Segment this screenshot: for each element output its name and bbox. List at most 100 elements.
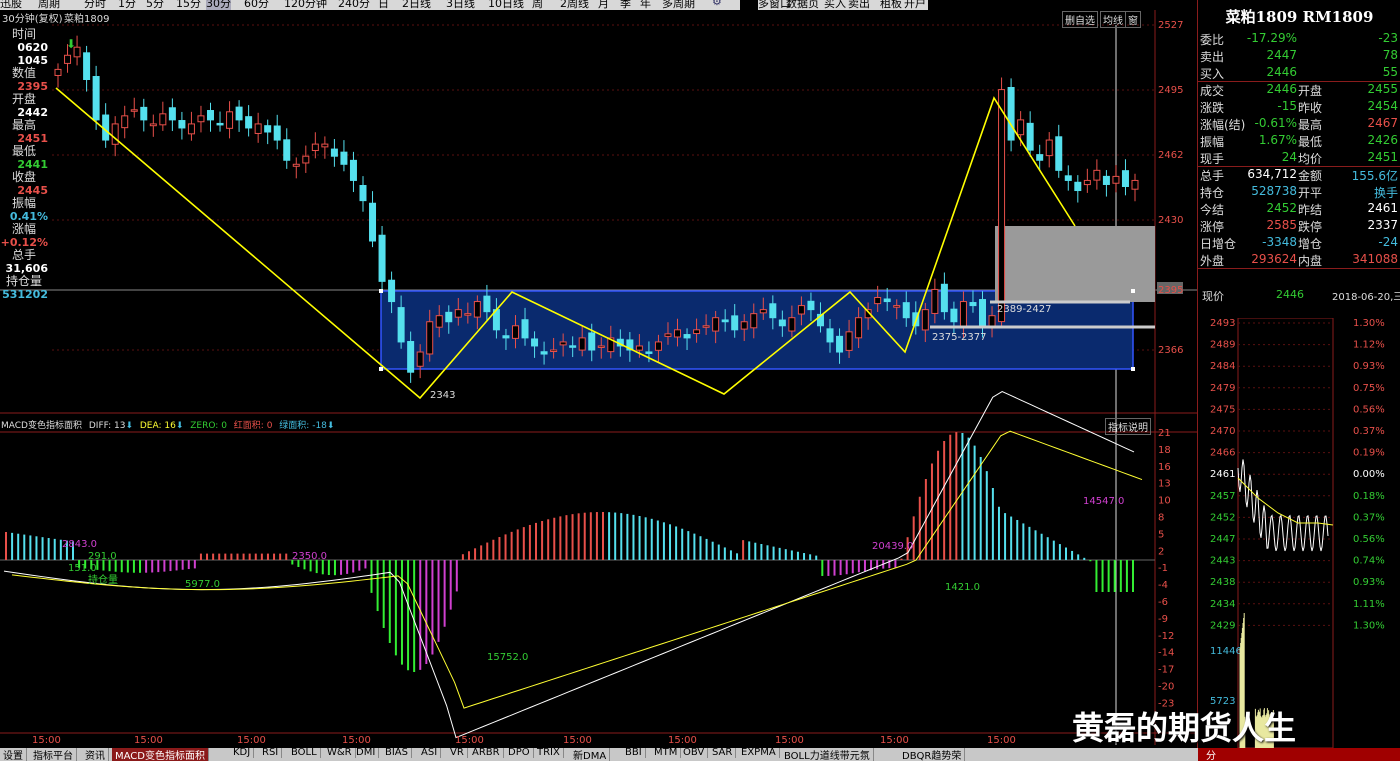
quote-value: 293624: [1251, 252, 1297, 266]
indicator-tab[interactable]: 资讯: [82, 748, 109, 761]
buy-arrow-icon: ⬇: [66, 37, 76, 51]
indicator-tab[interactable]: DMI: [353, 748, 379, 758]
indicator-tab[interactable]: KDJ: [230, 748, 254, 758]
quote-label: 委比: [1200, 31, 1224, 48]
macd-dea: DEA: 16: [140, 421, 176, 431]
indicator-tab[interactable]: VR: [447, 748, 468, 758]
quote-label: 买入: [1200, 65, 1224, 82]
indicator-tab[interactable]: DPO: [505, 748, 534, 758]
mini-right-tick: 0.37%: [1353, 512, 1385, 523]
quote-value-2: 换手: [1374, 184, 1398, 201]
quote-label: 涨跌: [1200, 99, 1224, 116]
mini-left-tick: 2443: [1210, 556, 1235, 567]
bar-info-panel: 时间 0620 1045 数值 2395 开盘 2442 最高 2451 最低 2441 收盘 2445…: [0, 28, 52, 300]
window-menu-button[interactable]: 窗: [1125, 11, 1141, 28]
info-label: 时间: [0, 28, 48, 41]
macd-area-label: 15752.0: [487, 652, 528, 663]
macd-area-label: 291.0: [88, 551, 117, 562]
delete-watchlist-button[interactable]: 删自选: [1062, 11, 1098, 28]
mini-right-tick: 0.18%: [1353, 491, 1385, 502]
quote-date: 2018-06-20,三: [1332, 288, 1400, 303]
low-label: 2343: [430, 390, 455, 401]
avg-line-button[interactable]: 均线: [1100, 11, 1126, 28]
macd-extra-label: 持仓量: [88, 573, 118, 586]
quote-value-2: -24: [1378, 235, 1398, 249]
indicator-tab[interactable]: TRIX: [534, 748, 564, 758]
indicator-tab[interactable]: BOLL: [288, 748, 321, 758]
quote-value-2: 2461: [1367, 201, 1398, 215]
mini-left-tick: 2447: [1210, 534, 1235, 545]
kline-chart-area[interactable]: ⬇ 2527 2495 2462 2430 2395 2366 21 18 16 13 10 8 5 2…: [0, 0, 1200, 761]
quote-value-2: 2451: [1367, 150, 1398, 164]
time-tick: 15:00: [987, 735, 1016, 746]
quote-value: -15: [1277, 99, 1297, 113]
time-tick: 15:00: [775, 735, 804, 746]
quote-value-2: 155.6亿: [1352, 167, 1398, 184]
mini-right-tick: 1.30%: [1353, 318, 1385, 329]
intraday-mini-chart[interactable]: 2493 2489 2484 2479 2475 2470 2466 2461 2457 2452…: [1198, 318, 1400, 748]
indicator-tab[interactable]: EXPMA: [738, 748, 780, 758]
quote-label-2: 跌停: [1298, 218, 1322, 235]
indicator-tab[interactable]: 设置: [0, 748, 27, 761]
macd-axis: 2118161310852-1-4-6-9-12-14-17-20-23: [1158, 428, 1174, 709]
indicator-tab[interactable]: BOLL力道线带元氛: [781, 748, 874, 761]
indicator-tab[interactable]: BIAS: [382, 748, 412, 758]
info-label: 总手: [0, 249, 48, 262]
macd-area-label: 2843.0: [62, 539, 97, 550]
mini-right-tick: 0.93%: [1353, 361, 1385, 372]
trading-app: { "toolbar": { "items": ["迅股","周期","分时",…: [0, 0, 1400, 761]
quote-row: 持仓 528738 开平 换手: [1200, 184, 1400, 201]
indicator-tab[interactable]: MTM: [651, 748, 681, 758]
indicator-tab[interactable]: 指标平台: [30, 748, 77, 761]
mini-price-line: [1238, 459, 1328, 551]
mini-right-tick: 0.19%: [1353, 448, 1385, 459]
mini-left-tick: 2461: [1210, 469, 1235, 480]
quote-value: -17.29%: [1247, 31, 1297, 45]
quote-label-2: 最低: [1298, 133, 1322, 150]
tab-minute[interactable]: 分: [1206, 748, 1216, 761]
quote-row: 卖出 2447 78: [1200, 48, 1400, 65]
quote-label: 外盘: [1200, 252, 1224, 269]
quote-label: 振幅: [1200, 133, 1224, 150]
indicator-tab[interactable]: 新DMA: [570, 748, 610, 761]
macd-area-label: 151.0: [68, 563, 97, 574]
macd-tick: 8: [1158, 513, 1164, 524]
info-label: 涨幅: [0, 223, 48, 236]
indicator-tab[interactable]: MACD变色指标面积: [112, 748, 209, 761]
price-tick: 2495: [1158, 85, 1183, 96]
quote-row: 委比 -17.29% -23: [1200, 31, 1400, 48]
quote-value: -0.61%: [1255, 116, 1297, 130]
indicator-tab[interactable]: W&R: [324, 748, 356, 758]
current-price-value: 2446: [1276, 288, 1304, 301]
macd-tick: 16: [1158, 462, 1171, 473]
indicator-tab[interactable]: ASI: [418, 748, 441, 758]
quote-row: 振幅 1.67% 最低 2426: [1200, 133, 1400, 150]
mini-right-tick: 0.74%: [1353, 556, 1385, 567]
indicator-tab[interactable]: OBV: [680, 748, 708, 758]
indicator-tab[interactable]: BBI: [622, 748, 646, 758]
quote-label-2: 开平: [1298, 184, 1322, 201]
quote-label-2: 均价: [1298, 150, 1322, 167]
indicator-help-button[interactable]: 指标说明: [1105, 418, 1151, 435]
quote-title: 菜粕1809 RM1809: [1198, 6, 1400, 27]
indicator-tab[interactable]: SAR: [709, 748, 736, 758]
time-axis: 15:00 15:00 15:00 15:00 15:00 15:00 15:00 15:00…: [32, 735, 1016, 746]
macd-area-label: 20439.0: [872, 541, 913, 552]
mini-left-tick: 2484: [1210, 361, 1235, 372]
symbol-label: 菜粕1809: [64, 10, 109, 25]
quote-row: 涨跌 -15 昨收 2454: [1200, 99, 1400, 116]
quote-value-2: 2337: [1367, 218, 1398, 232]
macd-tick: -6: [1158, 597, 1168, 608]
indicator-tab[interactable]: RSI: [259, 748, 282, 758]
info-label: 数值: [0, 67, 48, 80]
indicator-tab[interactable]: ARBR: [469, 748, 504, 758]
range-label-1: 2389-2427: [997, 304, 1052, 315]
price-tick: 2430: [1158, 215, 1183, 226]
macd-tick: -12: [1158, 631, 1174, 642]
indicator-tabs: 设置 指标平台 资讯 MACD变色指标面积 KDJ RSI BOLL W&R DMI BIAS AS…: [0, 748, 1200, 761]
macd-green-area: 绿面积: -18: [279, 421, 327, 431]
indicator-tab[interactable]: DBQR趋势荣: [899, 748, 965, 761]
macd-name[interactable]: MACD变色指标面积: [1, 421, 82, 431]
mini-left-tick: 2493: [1210, 318, 1235, 329]
mini-right-tick: 0.56%: [1353, 404, 1385, 415]
